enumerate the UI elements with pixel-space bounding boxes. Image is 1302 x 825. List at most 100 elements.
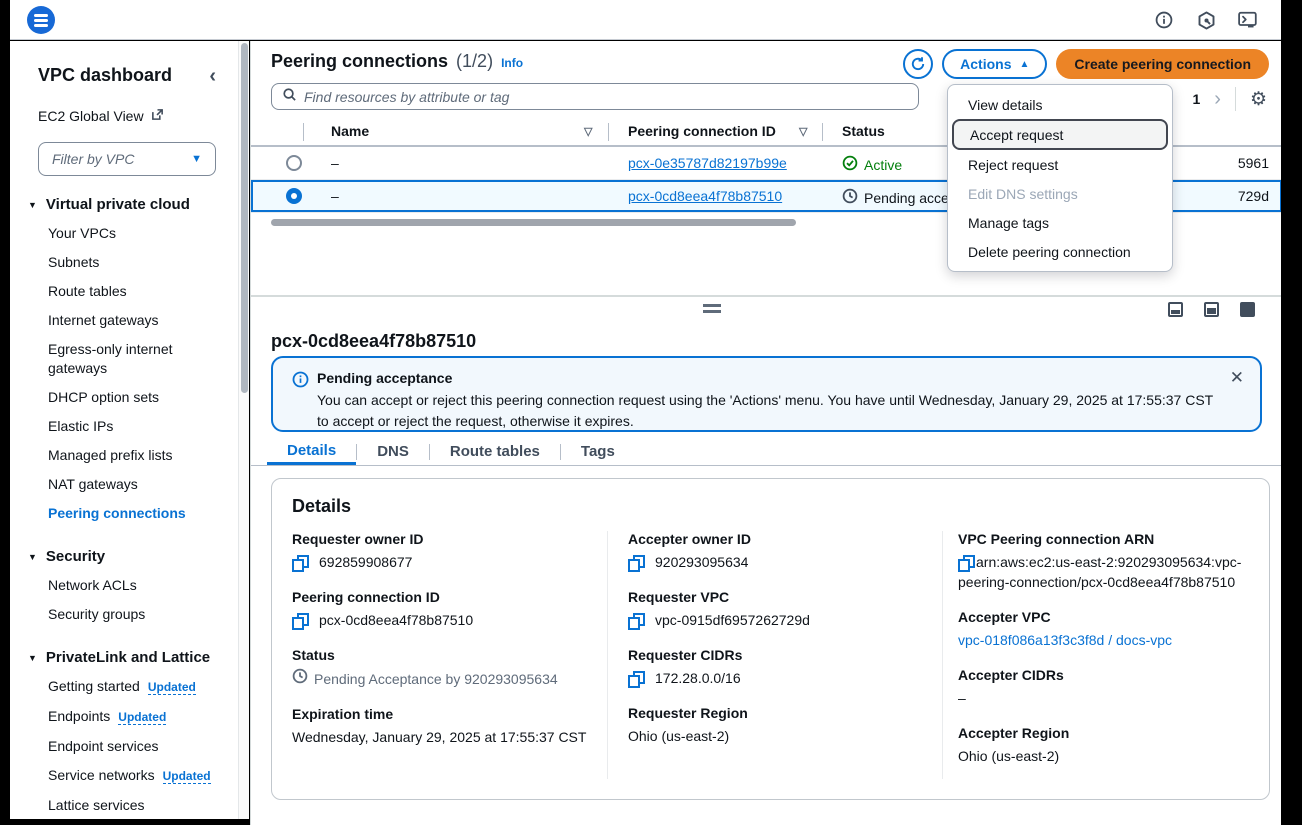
screen-edge-bottom [10, 819, 240, 825]
screen-edge-right [1281, 0, 1302, 825]
sidebar-item-your-vpcs[interactable]: Your VPCs [10, 219, 238, 248]
sidebar-item-egress-only-internet-gateways[interactable]: Egress-only internet gateways [10, 335, 238, 383]
sidebar-item-endpoint-services[interactable]: Endpoint services [10, 732, 238, 761]
field-label: Accepter Region [958, 725, 1251, 741]
updated-badge: Updated [148, 680, 196, 695]
split-panel-drag-handle[interactable] [703, 304, 721, 313]
menu-item-edit-dns-settings: Edit DNS settings [948, 179, 1172, 208]
sidebar-item-network-acls[interactable]: Network ACLs [10, 571, 238, 600]
sidebar-item-peering-connections[interactable]: Peering connections [10, 499, 238, 528]
details-card: Details Requester owner ID 692859908677 … [271, 478, 1270, 800]
page-number[interactable]: 1 [1192, 91, 1200, 107]
next-page-icon[interactable]: › [1214, 92, 1221, 106]
column-header-peering-connection-id[interactable]: Peering connection ID [628, 123, 776, 139]
field-value: Ohio (us-east-2) [958, 746, 1251, 766]
panel-layout-bottom-large-icon[interactable] [1204, 302, 1219, 317]
chevron-down-icon: ▼ [191, 153, 202, 165]
sidebar-title: VPC dashboard [38, 65, 172, 86]
page-title: Peering connections [271, 51, 448, 72]
ec2-global-view-link[interactable]: EC2 Global View [10, 108, 238, 124]
sidebar-item-security-groups[interactable]: Security groups [10, 600, 238, 629]
copy-icon[interactable] [958, 555, 973, 570]
tab-details[interactable]: Details [267, 438, 356, 465]
info-link[interactable]: Info [501, 56, 523, 70]
field-value: arn:aws:ec2:us-east-2:920293095634:vpc-p… [958, 554, 1241, 590]
sidebar-item-service-networks[interactable]: Service networksUpdated [10, 761, 238, 791]
menu-item-view-details[interactable]: View details [948, 90, 1172, 119]
hamburger-icon [34, 14, 48, 17]
tab-route-tables[interactable]: Route tables [430, 438, 560, 465]
sidebar-item-lattice-services[interactable]: Lattice services [10, 791, 238, 819]
close-icon[interactable]: ✕ [1230, 368, 1244, 388]
sidebar-section-privatelink-and-lattice[interactable]: ▼ PrivateLink and Lattice [10, 643, 238, 672]
create-peering-connection-button[interactable]: Create peering connection [1056, 49, 1269, 79]
field-value: pcx-0cd8eea4f78b87510 [319, 610, 473, 630]
field-label: Requester owner ID [292, 531, 587, 547]
sidebar-collapse-icon[interactable]: ‹ [209, 68, 216, 84]
column-header-status[interactable]: Status [842, 123, 885, 139]
field-label: Requester Region [628, 705, 922, 721]
refresh-button[interactable] [903, 49, 933, 79]
sidebar-item-elastic-ips[interactable]: Elastic IPs [10, 412, 238, 441]
result-count: (1/2) [456, 51, 493, 72]
screen-edge-left [0, 0, 10, 825]
sidebar-item-subnets[interactable]: Subnets [10, 248, 238, 277]
actions-button[interactable]: Actions ▲ [942, 49, 1047, 79]
menu-item-reject-request[interactable]: Reject request [948, 150, 1172, 179]
row-radio-unselected[interactable] [286, 155, 302, 171]
peering-connection-id-link[interactable]: pcx-0e35787d82197b99e [628, 155, 787, 171]
field-label: Expiration time [292, 706, 587, 722]
cloudshell-icon[interactable] [1237, 9, 1259, 31]
sidebar-item-dhcp-option-sets[interactable]: DHCP option sets [10, 383, 238, 412]
sidebar-section-security[interactable]: ▼ Security [10, 542, 238, 571]
sort-icon-id[interactable]: ▽ [799, 125, 807, 138]
section-caret-icon: ▼ [28, 200, 37, 210]
details-tabs: Details DNS Route tables Tags [251, 438, 1282, 466]
column-header-name[interactable]: Name [331, 123, 369, 139]
tab-dns[interactable]: DNS [357, 438, 429, 465]
hamburger-menu-button[interactable] [27, 6, 55, 34]
horizontal-scrollbar[interactable] [271, 219, 796, 226]
sidebar-item-endpoints[interactable]: EndpointsUpdated [10, 702, 238, 732]
sidebar-item-getting-started[interactable]: Getting startedUpdated [10, 672, 238, 702]
sidebar-item-nat-gateways[interactable]: NAT gateways [10, 470, 238, 499]
sidebar-item-internet-gateways[interactable]: Internet gateways [10, 306, 238, 335]
tab-tags[interactable]: Tags [561, 438, 635, 465]
menu-item-delete-peering-connection[interactable]: Delete peering connection [948, 237, 1172, 266]
banner-text: You can accept or reject this peering co… [317, 390, 1217, 432]
menu-item-manage-tags[interactable]: Manage tags [948, 208, 1172, 237]
field-value: Ohio (us-east-2) [628, 726, 922, 746]
requester-vpc-truncated: 5961 [1238, 155, 1269, 171]
copy-icon[interactable] [628, 613, 643, 628]
copy-icon[interactable] [628, 671, 643, 686]
gear-icon[interactable]: ⚙ [1250, 90, 1267, 109]
requester-vpc-truncated: 729d [1238, 188, 1269, 204]
section-caret-icon: ▼ [28, 653, 37, 663]
copy-icon[interactable] [292, 613, 307, 628]
peering-connection-id-link[interactable]: pcx-0cd8eea4f78b87510 [628, 188, 782, 204]
search-input[interactable] [304, 89, 908, 105]
status-cell: Active [842, 155, 902, 174]
accepter-vpc-link[interactable]: vpc-018f086a13f3c3f8d / docs-vpc [958, 630, 1251, 650]
details-panel-title: pcx-0cd8eea4f78b87510 [271, 331, 476, 352]
menu-item-accept-request[interactable]: Accept request [952, 119, 1168, 150]
sidebar-item-route-tables[interactable]: Route tables [10, 277, 238, 306]
search-box[interactable] [271, 83, 919, 110]
sidebar-section-virtual-private-cloud[interactable]: ▼ Virtual private cloud [10, 190, 238, 219]
sidebar-scrollbar[interactable] [238, 41, 249, 819]
field-value: 692859908677 [319, 552, 412, 572]
field-label: Requester CIDRs [628, 647, 922, 663]
panel-layout-bottom-icon[interactable] [1168, 302, 1183, 317]
sort-icon-name[interactable]: ▽ [584, 125, 592, 138]
field-value: 920293095634 [655, 552, 748, 572]
row-radio-selected[interactable] [286, 188, 302, 204]
hexagon-clock-icon[interactable] [1195, 9, 1217, 31]
copy-icon[interactable] [292, 555, 307, 570]
panel-layout-full-icon[interactable] [1240, 302, 1255, 317]
info-icon[interactable] [1153, 9, 1175, 31]
filter-by-vpc-select[interactable]: Filter by VPC ▼ [38, 142, 216, 176]
sidebar-item-managed-prefix-lists[interactable]: Managed prefix lists [10, 441, 238, 470]
sidebar-scrollbar-thumb[interactable] [241, 43, 248, 393]
copy-icon[interactable] [628, 555, 643, 570]
field-value: Pending Acceptance by 920293095634 [314, 669, 558, 689]
